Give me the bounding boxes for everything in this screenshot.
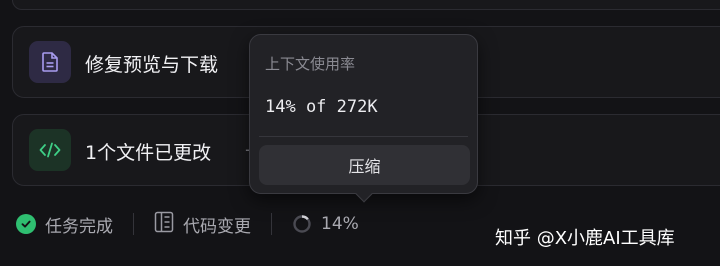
check-circle-icon bbox=[16, 214, 36, 234]
context-usage-popover: 上下文使用率 14% of 272K 压缩 bbox=[249, 34, 478, 194]
code-changes-label: 代码变更 bbox=[183, 216, 251, 237]
task-complete-label: 任务完成 bbox=[45, 216, 113, 237]
context-usage-indicator[interactable]: 14% bbox=[292, 211, 359, 237]
context-percent-label: 14% bbox=[321, 214, 359, 234]
card-title: 修复预览与下载 bbox=[85, 54, 219, 76]
compress-button[interactable]: 压缩 bbox=[259, 145, 470, 185]
context-usage-text: 14% of 272K bbox=[265, 97, 378, 117]
context-ring-icon bbox=[293, 215, 311, 233]
task-complete-status: 任务完成 bbox=[16, 211, 113, 237]
card-title: 1个文件已更改 bbox=[85, 142, 212, 164]
divider bbox=[259, 136, 468, 137]
code-changes-button[interactable]: 代码变更 bbox=[154, 211, 251, 237]
separator bbox=[271, 213, 272, 235]
popover-title: 上下文使用率 bbox=[265, 55, 356, 73]
status-bar: 任务完成 代码变更 14% bbox=[16, 211, 359, 237]
previous-card bbox=[12, 0, 720, 10]
separator bbox=[133, 213, 134, 235]
document-icon bbox=[29, 41, 71, 83]
code-diff-icon bbox=[154, 211, 174, 237]
code-icon bbox=[29, 129, 71, 171]
watermark: 知乎 @X小鹿AI工具库 bbox=[495, 228, 675, 249]
